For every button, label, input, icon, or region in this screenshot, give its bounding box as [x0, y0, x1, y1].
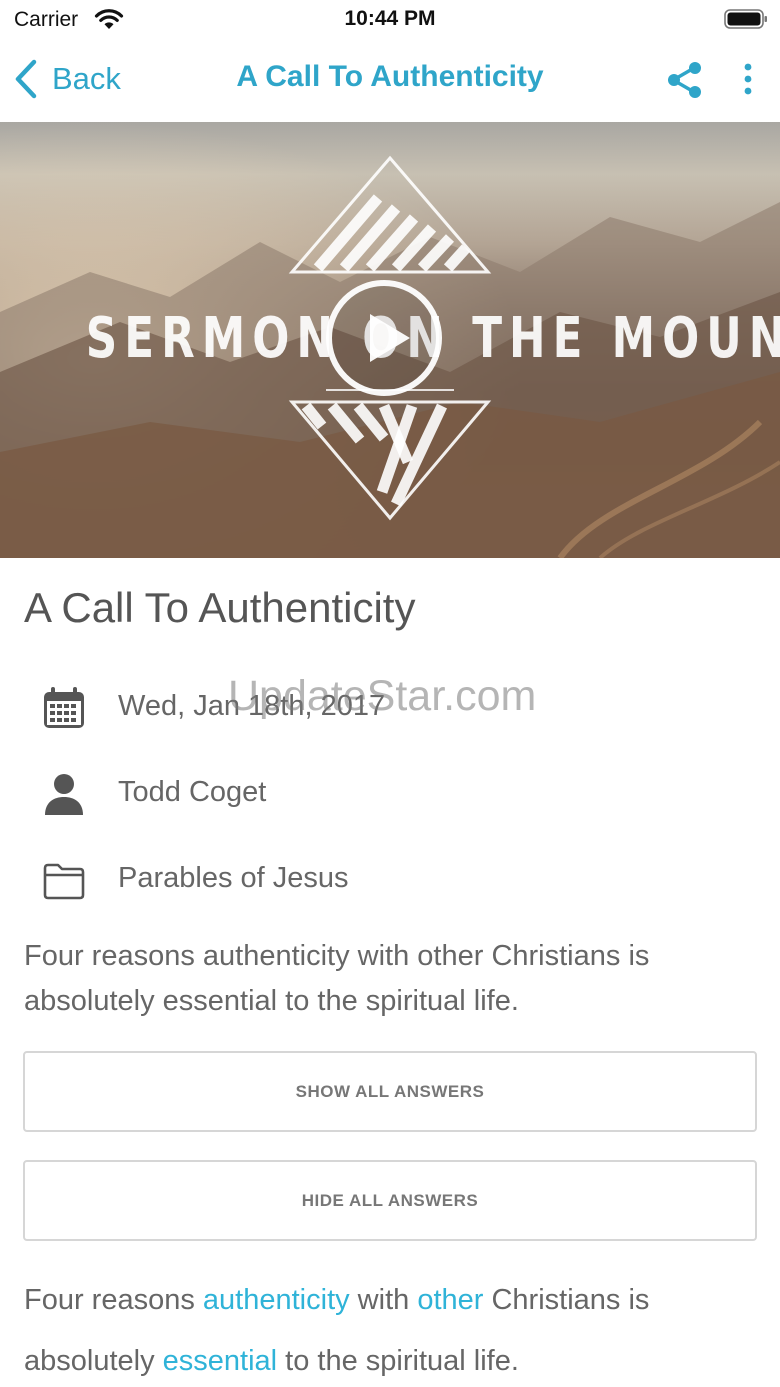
sermon-speaker: Todd Coget — [118, 776, 267, 808]
person-icon — [45, 774, 83, 815]
speaker-row[interactable]: Todd Coget — [0, 762, 780, 822]
sermon-video-thumbnail[interactable]: SERMON ON THE MOUNT — [0, 122, 780, 558]
date-row: Wed, Jan 18th, 2017 — [0, 676, 780, 736]
sermon-series: Parables of Jesus — [118, 862, 349, 894]
hide-all-answers-button[interactable]: HIDE ALL ANSWERS — [23, 1160, 757, 1241]
notes-text: with — [349, 1284, 418, 1316]
notes-text: to the spiritual life. — [277, 1345, 519, 1377]
folder-icon — [43, 863, 85, 900]
series-row[interactable]: Parables of Jesus — [0, 848, 780, 908]
fill-in-blank[interactable]: other — [417, 1284, 483, 1316]
sermon-title: A Call To Authenticity — [24, 584, 416, 631]
back-label: Back — [52, 61, 121, 96]
fill-in-blank[interactable]: authenticity — [203, 1284, 350, 1316]
calendar-icon — [44, 687, 84, 728]
show-all-answers-button[interactable]: SHOW ALL ANSWERS — [23, 1051, 757, 1132]
navigation-bar: Back A Call To Authenticity — [0, 40, 780, 122]
status-bar: Carrier 10:44 PM — [0, 0, 780, 40]
share-icon[interactable] — [665, 60, 705, 100]
more-vertical-icon[interactable] — [734, 60, 762, 100]
sermon-date: Wed, Jan 18th, 2017 — [118, 690, 386, 722]
fill-in-notes: Four reasons authenticity with other Chr… — [24, 1270, 764, 1387]
sermon-summary: Four reasons authenticity with other Chr… — [24, 940, 650, 1017]
notes-text: Four reasons — [24, 1284, 203, 1316]
chevron-left-icon — [15, 59, 37, 99]
back-button[interactable]: Back — [12, 56, 121, 102]
play-circle-icon[interactable] — [324, 278, 444, 398]
battery-icon — [724, 9, 767, 29]
fill-in-blank[interactable]: essential — [163, 1345, 277, 1377]
clock: 10:44 PM — [344, 7, 436, 30]
